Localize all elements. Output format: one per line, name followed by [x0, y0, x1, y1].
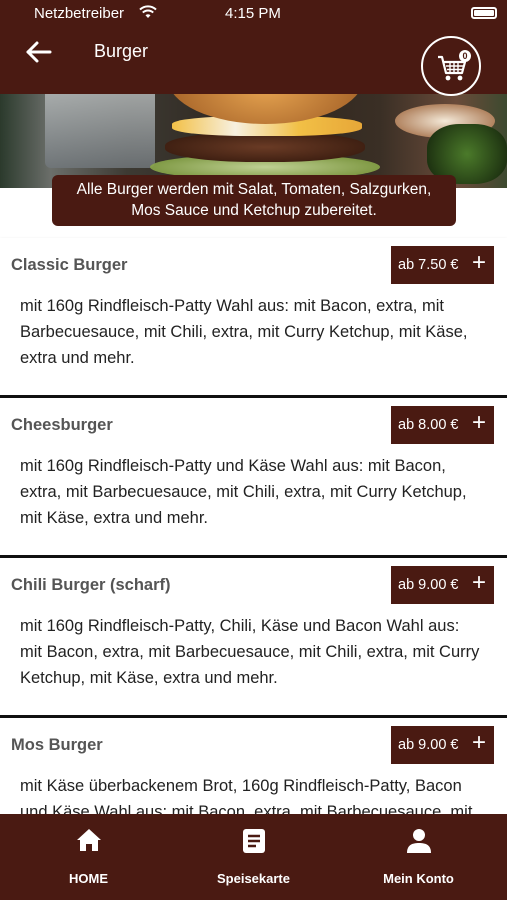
price-label: ab 8.00 € [398, 417, 459, 433]
add-to-cart-button[interactable]: ab 9.00 € + [391, 566, 494, 604]
notice-line-1: Alle Burger werden mit Salat, Tomaten, S… [76, 181, 432, 198]
notice-line-2: Mos Sauce und Ketchup zubereitet. [131, 202, 377, 219]
hero-burger-image [0, 94, 507, 188]
price-label: ab 9.00 € [398, 737, 459, 753]
list-item[interactable]: Classic Burger ab 7.50 € + mit 160g Rind… [0, 238, 507, 398]
product-description: mit 160g Rindfleisch-Patty Wahl aus: mit… [20, 297, 468, 367]
status-bar: Netzbetreiber 4:15 PM [0, 0, 507, 28]
list-item[interactable]: Cheesburger ab 8.00 € + mit 160g Rindfle… [0, 398, 507, 558]
plus-icon: + [471, 729, 486, 756]
nav-account[interactable]: Mein Konto [334, 814, 503, 900]
nav-menu[interactable]: Speisekarte [169, 814, 338, 900]
add-to-cart-button[interactable]: ab 8.00 € + [391, 406, 494, 444]
price-label: ab 7.50 € [398, 257, 459, 273]
product-description: mit 160g Rindfleisch-Patty und Käse Wahl… [20, 457, 467, 527]
nav-account-label: Mein Konto [383, 871, 454, 886]
page-title: Burger [94, 41, 149, 61]
category-notice: Alle Burger werden mit Salat, Tomaten, S… [52, 175, 456, 226]
product-name: Classic Burger [11, 256, 128, 274]
list-item[interactable]: Chili Burger (scharf) ab 9.00 € + mit 16… [0, 558, 507, 718]
wifi-icon [138, 4, 158, 25]
home-icon [76, 828, 102, 857]
add-to-cart-button[interactable]: ab 9.00 € + [391, 726, 494, 764]
product-name: Chili Burger (scharf) [11, 576, 171, 594]
battery-icon [471, 7, 497, 19]
nav-home[interactable]: HOME [4, 814, 173, 900]
arrow-left-icon [26, 41, 52, 63]
back-button[interactable] [24, 38, 56, 66]
nav-menu-label: Speisekarte [217, 871, 290, 886]
product-description: mit 160g Rindfleisch-Patty, Chili, Käse … [20, 617, 480, 687]
nav-home-label: HOME [69, 871, 108, 886]
plus-icon: + [471, 569, 486, 596]
clock: 4:15 PM [225, 5, 281, 22]
product-name: Mos Burger [11, 736, 103, 754]
menu-card-icon [242, 828, 266, 859]
user-icon [406, 828, 432, 859]
plus-icon: + [471, 409, 486, 436]
product-list: Classic Burger ab 7.50 € + mit 160g Rind… [0, 238, 507, 878]
price-label: ab 9.00 € [398, 577, 459, 593]
add-to-cart-button[interactable]: ab 7.50 € + [391, 246, 494, 284]
product-name: Cheesburger [11, 416, 113, 434]
carrier-label: Netzbetreiber [34, 5, 125, 22]
cart-button[interactable]: 0 [421, 36, 481, 96]
plus-icon: + [471, 249, 486, 276]
cart-count-badge: 0 [459, 50, 471, 62]
bottom-navigation: HOME Speisekarte Mein Konto [0, 814, 507, 900]
app-header: Burger 0 [0, 28, 507, 96]
